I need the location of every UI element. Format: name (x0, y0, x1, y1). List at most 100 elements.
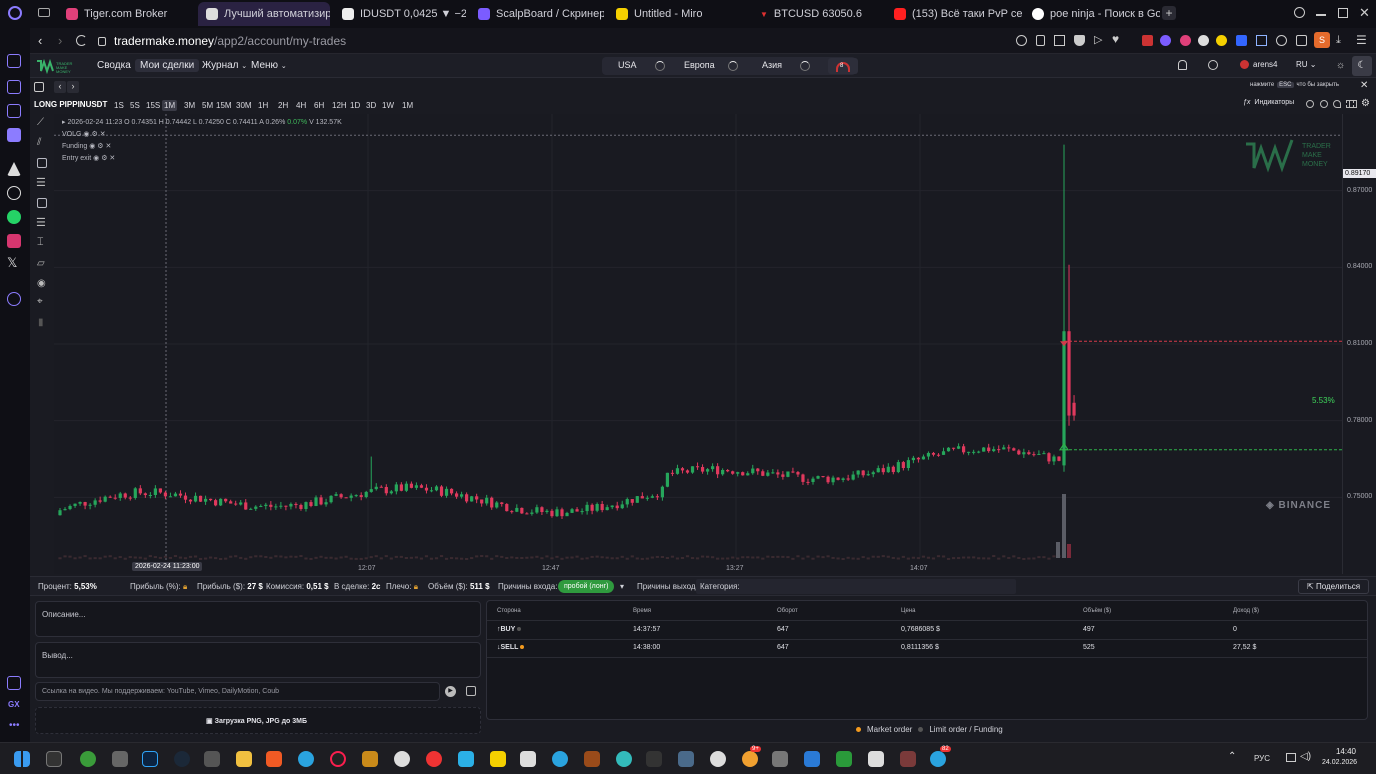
app-check-icon[interactable] (552, 751, 568, 767)
candlestick-plot[interactable]: 12:07 12:47 13:27 14:07 (54, 114, 1342, 574)
sync-off-icon[interactable] (1208, 60, 1218, 70)
indicators-button[interactable]: ƒx Индикаторы (1243, 99, 1294, 106)
surf-icon[interactable] (646, 751, 662, 767)
shield-icon[interactable] (1074, 35, 1085, 46)
menu-icon[interactable]: ☰ (1356, 33, 1367, 47)
store-icon[interactable] (7, 80, 21, 94)
calculator-icon[interactable] (204, 751, 220, 767)
col-price[interactable]: Цена (901, 608, 915, 614)
tray-chevron-icon[interactable]: ⌃ (1228, 751, 1236, 762)
share-button[interactable]: ⇱ Поделиться (1298, 579, 1370, 594)
timeframe-6h-11[interactable]: 6H (312, 100, 326, 111)
history-icon[interactable] (7, 292, 21, 306)
ruler-icon[interactable]: ▱ (37, 258, 45, 269)
app-drive-icon[interactable] (772, 751, 788, 767)
extension-blue-icon[interactable] (1236, 35, 1247, 46)
telegram-icon[interactable] (298, 751, 314, 767)
language-select[interactable]: RU ⌄ (1296, 60, 1317, 69)
eye-icon[interactable]: ◉ (37, 278, 46, 289)
entry-reason-dropdown-icon[interactable]: ▾ (620, 582, 624, 591)
extension-bookmark-icon[interactable] (1276, 35, 1287, 46)
conclusion-field[interactable]: Вывод... (35, 642, 481, 678)
app-globe-icon[interactable] (616, 751, 632, 767)
app-cube-icon[interactable] (458, 751, 474, 767)
url-field[interactable]: tradermake.money/app2/account/my-trades (98, 32, 1058, 50)
timeframe-1m-3[interactable]: 1M (162, 100, 178, 111)
undo-icon[interactable] (1333, 100, 1341, 108)
col-volume[interactable]: Объём ($) (1083, 608, 1111, 614)
open-link-icon[interactable] (466, 686, 476, 696)
tab-tiger-broker[interactable]: Tiger.com Broker (58, 2, 194, 26)
app-duck-icon[interactable] (490, 751, 506, 767)
timeframe-4h-10[interactable]: 4H (294, 100, 308, 111)
fullscreen-icon[interactable] (34, 82, 44, 92)
app-game-icon[interactable] (584, 751, 600, 767)
steam-icon[interactable] (174, 751, 190, 767)
app-box-icon[interactable] (900, 751, 916, 767)
description-field[interactable]: Описание... (35, 601, 481, 637)
col-side[interactable]: Сторона (497, 608, 521, 614)
photoshop-icon[interactable] (142, 751, 158, 767)
pattern-tool-icon[interactable] (37, 198, 47, 208)
app-chart-icon[interactable] (836, 751, 852, 767)
multi-line-icon[interactable]: ⫽ (37, 137, 41, 148)
col-turnover[interactable]: Оборот (777, 608, 798, 614)
extension-globe-icon[interactable] (1198, 35, 1209, 46)
fib-tool-icon[interactable]: ☰ (36, 176, 46, 189)
app-cross-icon[interactable] (868, 751, 884, 767)
twitch-icon[interactable] (7, 104, 21, 118)
search-tabs-icon[interactable] (1294, 7, 1305, 18)
text-tool-icon[interactable]: ⌶ (37, 236, 44, 249)
price-scale[interactable]: 0.75000 0.78000 0.81000 0.84000 0.87000 0.89… (1342, 114, 1376, 574)
opera-gx-icon[interactable] (330, 751, 346, 767)
nav-summary[interactable]: Сводка (92, 59, 136, 72)
app-radiation-icon[interactable] (710, 751, 726, 767)
play-icon[interactable]: ▷ (1094, 33, 1102, 46)
extension-scan-icon[interactable] (1256, 35, 1267, 46)
timeframe-1d-13[interactable]: 1D (348, 100, 362, 111)
close-icon[interactable]: ✕ (107, 155, 115, 162)
instagram-icon[interactable] (7, 234, 21, 248)
close-icon[interactable]: ✕ (98, 131, 106, 138)
app-pen-icon[interactable] (362, 751, 378, 767)
zoom-out-icon[interactable] (1320, 100, 1328, 108)
opera-logo-icon[interactable] (8, 6, 22, 20)
timeframe-3m-4[interactable]: 3M (182, 100, 197, 111)
timeframe-1h-8[interactable]: 1H (256, 100, 270, 111)
messenger-icon[interactable] (7, 128, 21, 142)
timeframe-5m-5[interactable]: 5M (200, 100, 215, 111)
timeframe-15s-2[interactable]: 15S (144, 100, 162, 111)
tab-scalpboard[interactable]: ScalpBoard / Скринер кр (470, 2, 604, 26)
col-time[interactable]: Время (633, 608, 651, 614)
rectangle-tool-icon[interactable] (37, 158, 47, 168)
next-trade-button[interactable]: › (67, 81, 79, 93)
nav-menu[interactable]: Меню ⌄ (246, 59, 292, 72)
light-theme-icon[interactable]: ☼ (1336, 60, 1345, 71)
chart-settings-icon[interactable]: ⚙ (1361, 98, 1370, 109)
screenshot-icon[interactable] (1349, 100, 1357, 108)
nav-journal[interactable]: Журнал ⌄ (197, 59, 252, 72)
tmm-logo[interactable]: TRADER MAKE MONEY (36, 58, 76, 75)
price-chart[interactable]: 12:07 12:47 13:27 14:07 ▸ 2026-02-24 11:23 … (54, 114, 1342, 574)
timeframe-1m-16[interactable]: 1M (400, 100, 415, 111)
heart-icon[interactable]: ♥ (1112, 32, 1119, 46)
nav-my-trades[interactable]: Мои сделки (135, 59, 200, 72)
close-hint-icon[interactable]: ✕ (1360, 80, 1368, 91)
bell-icon[interactable] (1178, 60, 1187, 70)
tab-islands-icon[interactable] (38, 8, 50, 17)
profile-avatar-icon[interactable]: S (1314, 32, 1330, 48)
timeframe-1s-0[interactable]: 1S (112, 100, 126, 111)
gx-control-icon[interactable] (7, 676, 21, 690)
tab-btcusd[interactable]: ▼ BTCUSD 63050.6 (752, 2, 886, 26)
x-twitter-icon[interactable]: 𝕏 (7, 256, 21, 270)
magnet-icon[interactable]: ⌖ (37, 296, 43, 307)
app-face-icon[interactable] (742, 751, 758, 767)
timeframe-2h-9[interactable]: 2H (276, 100, 290, 111)
minimize-icon[interactable] (1316, 14, 1326, 16)
extension-yellow-icon[interactable] (1216, 35, 1227, 46)
home-icon[interactable] (7, 54, 21, 68)
prev-trade-button[interactable]: ‹ (54, 81, 66, 93)
telegram-tray-icon[interactable] (930, 751, 946, 767)
clock[interactable]: 14:40 24.02.2026 (1322, 747, 1357, 766)
user-menu[interactable]: arens4 (1240, 60, 1277, 69)
